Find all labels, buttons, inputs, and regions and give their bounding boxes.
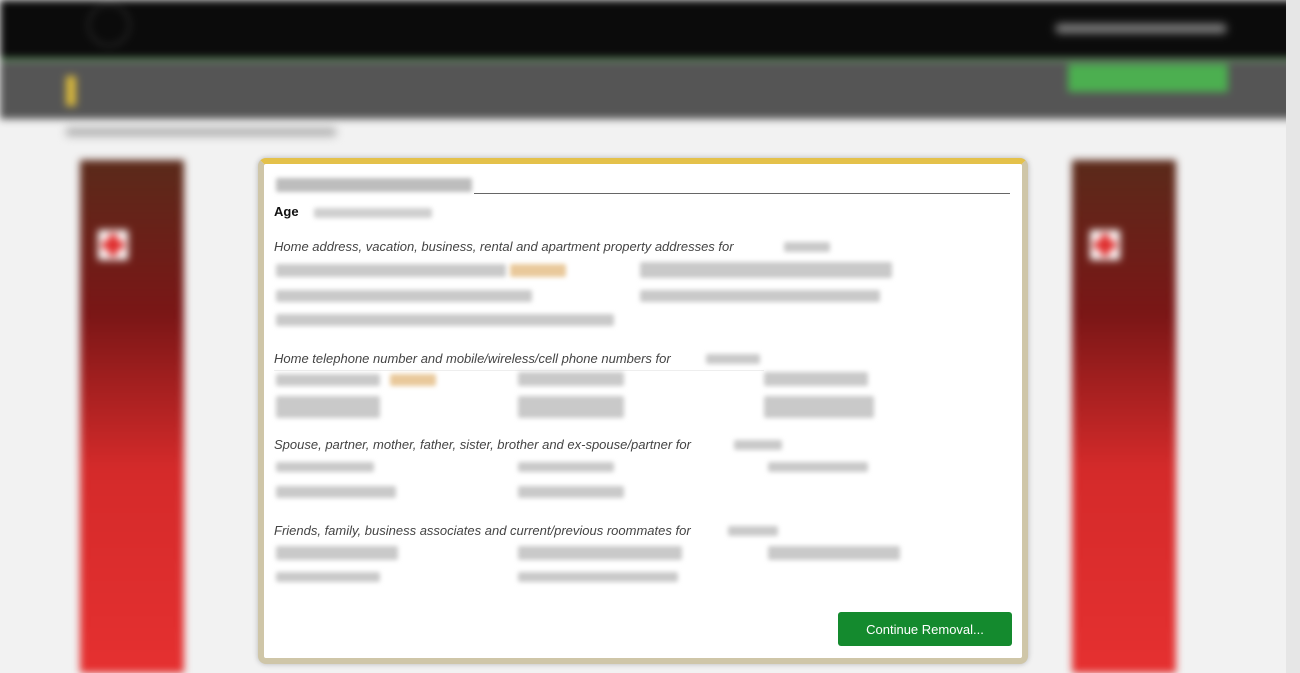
phones-section-label: Home telephone number and mobile/wireles… — [274, 351, 671, 366]
red-cross-icon — [1090, 230, 1120, 260]
first-name-redacted — [784, 242, 830, 252]
phone-number — [276, 374, 380, 386]
associate-name — [276, 572, 380, 582]
relative-name — [276, 486, 396, 498]
relative-name — [276, 462, 374, 472]
section-divider — [274, 370, 764, 371]
address-highlight — [510, 264, 566, 277]
associate-name — [518, 546, 682, 560]
associate-name — [276, 546, 398, 560]
first-name-redacted — [734, 440, 782, 450]
phone-number — [276, 396, 380, 418]
ad-banner-left — [80, 160, 184, 673]
address-line — [276, 290, 532, 302]
phone-highlight — [390, 374, 436, 386]
title-underline — [474, 193, 1010, 194]
address-line — [276, 314, 614, 326]
page: Age Home address, vacation, business, re… — [0, 0, 1300, 673]
ad-banner-right — [1072, 160, 1176, 673]
address-line — [640, 290, 880, 302]
profile-icon — [66, 76, 76, 106]
phone-number — [518, 396, 624, 418]
phone-number — [518, 372, 624, 386]
page-scrollbar[interactable] — [1286, 0, 1300, 673]
phone-number — [764, 396, 874, 418]
address-line — [276, 264, 506, 277]
relatives-section-label: Spouse, partner, mother, father, sister,… — [274, 437, 691, 452]
first-name-redacted — [728, 526, 778, 536]
modal-title-redacted — [276, 178, 472, 192]
associates-section-label: Friends, family, business associates and… — [274, 523, 691, 538]
first-name-redacted — [706, 354, 760, 364]
addresses-section-label: Home address, vacation, business, rental… — [274, 239, 734, 254]
age-value-redacted — [314, 208, 432, 218]
relative-name — [768, 462, 868, 472]
stop-record-removal-button — [1068, 64, 1228, 92]
continue-removal-button[interactable]: Continue Removal... — [838, 612, 1012, 646]
address-line — [640, 262, 892, 278]
age-label: Age — [274, 204, 299, 219]
removal-preview-modal: Age Home address, vacation, business, re… — [258, 158, 1028, 664]
phone-number — [764, 372, 868, 386]
breadcrumb — [66, 128, 336, 136]
red-cross-icon — [98, 230, 128, 260]
relative-name — [518, 486, 624, 498]
site-logo-icon — [88, 4, 130, 46]
relative-name — [518, 462, 614, 472]
associate-name — [768, 546, 900, 560]
nav-search-link — [1056, 24, 1226, 33]
associate-name — [518, 572, 678, 582]
